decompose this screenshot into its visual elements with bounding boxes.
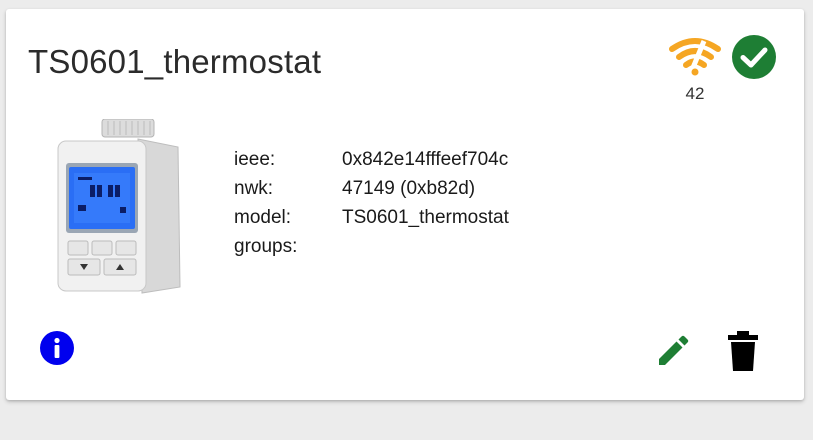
lqi-value: 42 <box>685 84 705 103</box>
detail-key: model: <box>234 207 292 228</box>
device-details: ieee: 0x842e14fffeef704c nwk: 47149 (0xb… <box>234 145 509 261</box>
detail-row-model: model: TS0601_thermostat <box>234 203 509 232</box>
wifi-signal-icon <box>669 38 721 76</box>
detail-value: 47149 (0xb82d) <box>342 178 476 199</box>
detail-key: groups: <box>234 236 298 257</box>
device-title: TS0601_thermostat <box>28 43 322 80</box>
device-image <box>57 119 181 294</box>
info-icon[interactable] <box>39 330 75 366</box>
detail-row-groups: groups: <box>234 232 509 261</box>
detail-row-nwk: nwk: 47149 (0xb82d) <box>234 174 509 203</box>
device-card: TS0601_thermostat 42 ieee: 0x842e14fffee… <box>6 9 804 400</box>
detail-key: ieee: <box>234 149 276 170</box>
detail-row-ieee: ieee: 0x842e14fffeef704c <box>234 145 509 174</box>
check-circle-icon <box>732 35 776 79</box>
detail-key: nwk: <box>234 178 274 199</box>
detail-value: 0x842e14fffeef704c <box>342 149 509 170</box>
detail-value: TS0601_thermostat <box>342 207 509 228</box>
pencil-icon[interactable] <box>654 332 692 370</box>
trash-icon[interactable] <box>725 329 761 373</box>
